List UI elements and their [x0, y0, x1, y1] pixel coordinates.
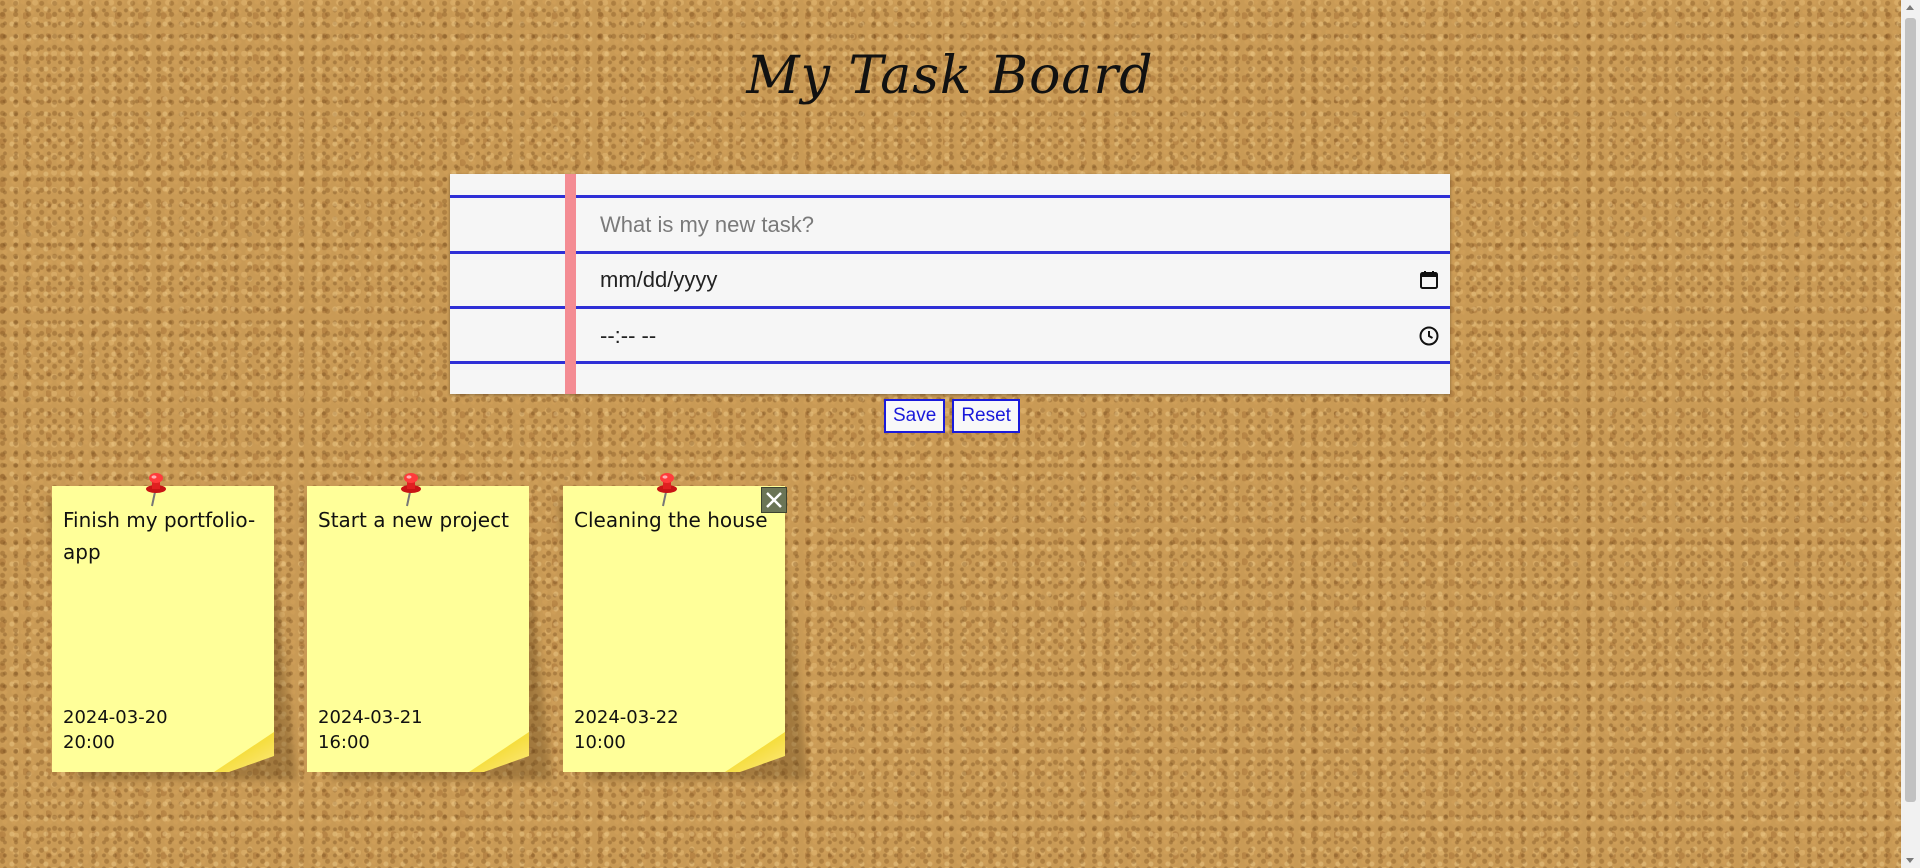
vertical-scrollbar[interactable] [1901, 0, 1920, 868]
note-date: 2024-03-20 [63, 707, 168, 728]
note-date: 2024-03-22 [574, 707, 679, 728]
task-input-placeholder: What is my new task? [600, 212, 814, 237]
reset-button[interactable]: Reset [952, 399, 1020, 433]
form-buttons: Save Reset [884, 399, 1020, 433]
paper-rule-line [450, 195, 1450, 198]
note-time: 16:00 [318, 732, 370, 753]
note-date: 2024-03-21 [318, 707, 423, 728]
note-title: Start a new project [318, 508, 509, 532]
pushpin-icon [399, 472, 423, 508]
calendar-icon[interactable] [1418, 269, 1440, 291]
scroll-up-icon[interactable] [1906, 5, 1914, 10]
save-button[interactable]: Save [884, 399, 946, 433]
date-input-value: mm/dd/yyyy [600, 267, 718, 292]
paper-rule-line [450, 251, 1450, 254]
task-form: What is my new task? mm/dd/yyyy --:-- -- [450, 174, 1450, 394]
sticky-note[interactable]: Start a new project 2024-03-21 16:00 [302, 473, 552, 780]
time-input[interactable]: --:-- -- [600, 311, 1446, 361]
note-time: 10:00 [574, 732, 626, 753]
time-input-value: --:-- -- [600, 323, 657, 348]
pushpin-icon [655, 472, 679, 508]
page-title: My Task Board [746, 46, 1154, 106]
paper-rule-line [450, 361, 1450, 364]
note-title: Finish my portfolio-app [63, 508, 256, 564]
pushpin-icon [144, 472, 168, 508]
sticky-note[interactable]: Cleaning the house 2024-03-22 10:00 [558, 473, 808, 780]
date-input[interactable]: mm/dd/yyyy [600, 255, 1446, 305]
sticky-note[interactable]: Finish my portfolio-app 2024-03-20 20:00 [47, 473, 297, 780]
paper-margin-line [565, 174, 576, 394]
clock-icon[interactable] [1418, 325, 1440, 347]
task-input[interactable]: What is my new task? [600, 200, 1446, 250]
note-title: Cleaning the house [574, 508, 768, 532]
paper-rule-line [450, 306, 1450, 309]
scrollbar-thumb[interactable] [1905, 18, 1916, 802]
scroll-down-icon[interactable] [1906, 858, 1914, 863]
note-time: 20:00 [63, 732, 115, 753]
